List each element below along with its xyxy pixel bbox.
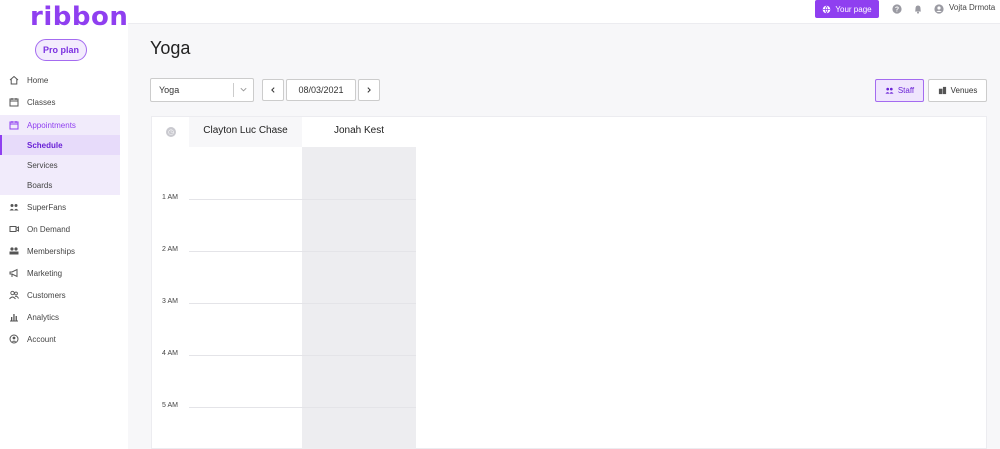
- sidebar: ribbon Pro plan Home Classes Appointment…: [0, 0, 128, 449]
- sidebar-item-classes[interactable]: Classes: [0, 91, 128, 113]
- sidebar-item-analytics[interactable]: Analytics: [0, 306, 128, 328]
- analytics-icon: [9, 312, 19, 322]
- time-label: 5 AM: [162, 402, 178, 409]
- chevron-down-icon[interactable]: [239, 85, 248, 94]
- staff-view-button[interactable]: Staff: [875, 79, 924, 102]
- your-page-label: Your page: [835, 4, 872, 14]
- sidebar-item-label: SuperFans: [27, 202, 67, 212]
- sidebar-item-label: Appointments: [27, 120, 76, 130]
- building-icon: [938, 86, 946, 95]
- globe-icon: [823, 5, 831, 14]
- hour-line: [189, 355, 416, 356]
- sidebar-item-label: On Demand: [27, 224, 71, 234]
- customers-icon: [9, 290, 19, 300]
- help-icon[interactable]: ?: [892, 4, 902, 14]
- members-icon: [9, 246, 19, 256]
- sidebar-item-label: Home: [27, 75, 49, 85]
- service-select-value: Yoga: [159, 85, 180, 95]
- page-title: Yoga: [150, 38, 191, 58]
- chevron-left-icon: [271, 87, 275, 93]
- clock-icon[interactable]: ◷: [166, 127, 176, 137]
- staff-column-header[interactable]: Clayton Luc Chase: [189, 117, 302, 147]
- schedule-calendar: ◷ Clayton Luc Chase Jonah Kest 1 AM 2 AM…: [151, 116, 987, 449]
- time-label: 4 AM: [162, 350, 178, 357]
- date-field[interactable]: 08/03/2021: [286, 79, 356, 101]
- time-label: 2 AM: [162, 246, 178, 253]
- svg-text:?: ?: [895, 7, 899, 14]
- sidebar-item-memberships[interactable]: Memberships: [0, 240, 128, 262]
- account-icon: [9, 334, 19, 344]
- home-icon: [9, 75, 19, 85]
- next-day-button[interactable]: [358, 79, 380, 101]
- previous-day-button[interactable]: [262, 79, 284, 101]
- superfans-icon: [9, 202, 19, 212]
- time-label: 1 AM: [162, 194, 178, 201]
- sidebar-item-account[interactable]: Account: [0, 328, 128, 350]
- sidebar-subitem-schedule[interactable]: Schedule: [0, 135, 120, 155]
- unavailable-column-shade: [302, 147, 416, 449]
- sidebar-item-marketing[interactable]: Marketing: [0, 262, 128, 284]
- user-name[interactable]: Vojta Drmota: [949, 3, 995, 12]
- venues-view-label: Venues: [950, 86, 978, 95]
- sidebar-item-label: Customers: [27, 290, 66, 300]
- sidebar-item-label: Classes: [27, 97, 56, 107]
- staff-column-header[interactable]: Jonah Kest: [302, 117, 416, 147]
- megaphone-icon: [9, 268, 19, 278]
- sidebar-item-superfans[interactable]: SuperFans: [0, 196, 128, 218]
- hour-line: [189, 199, 416, 200]
- pro-plan-button[interactable]: Pro plan: [35, 39, 87, 61]
- hour-line: [189, 407, 416, 408]
- chevron-right-icon: [367, 87, 371, 93]
- hour-line: [189, 251, 416, 252]
- video-icon: [9, 224, 19, 234]
- sidebar-item-customers[interactable]: Customers: [0, 284, 128, 306]
- hour-line: [189, 303, 416, 304]
- select-separator: [233, 83, 234, 97]
- sidebar-subitem-boards[interactable]: Boards: [0, 175, 120, 195]
- appointment-calendar-icon: [9, 120, 19, 130]
- bell-icon[interactable]: [913, 4, 923, 14]
- staff-icon: [885, 87, 894, 94]
- service-select[interactable]: Yoga: [150, 78, 254, 102]
- your-page-button[interactable]: Your page: [815, 0, 879, 18]
- sidebar-item-label: Memberships: [27, 246, 76, 256]
- venues-view-button[interactable]: Venues: [928, 79, 987, 102]
- sidebar-item-label: Marketing: [27, 268, 63, 278]
- sidebar-item-home[interactable]: Home: [0, 69, 128, 91]
- calendar-icon: [9, 97, 19, 107]
- sidebar-item-appointments[interactable]: Appointments: [0, 114, 128, 136]
- time-label: 3 AM: [162, 298, 178, 305]
- staff-view-label: Staff: [897, 86, 915, 95]
- sidebar-item-on-demand[interactable]: On Demand: [0, 218, 128, 240]
- sidebar-item-label: Account: [27, 334, 56, 344]
- sidebar-item-label: Analytics: [27, 312, 60, 322]
- top-bar: Your page ? Vojta Drmota: [128, 0, 1000, 24]
- sidebar-subitem-services[interactable]: Services: [0, 155, 120, 175]
- ribbon-logo[interactable]: ribbon: [30, 2, 128, 32]
- avatar[interactable]: [934, 4, 944, 14]
